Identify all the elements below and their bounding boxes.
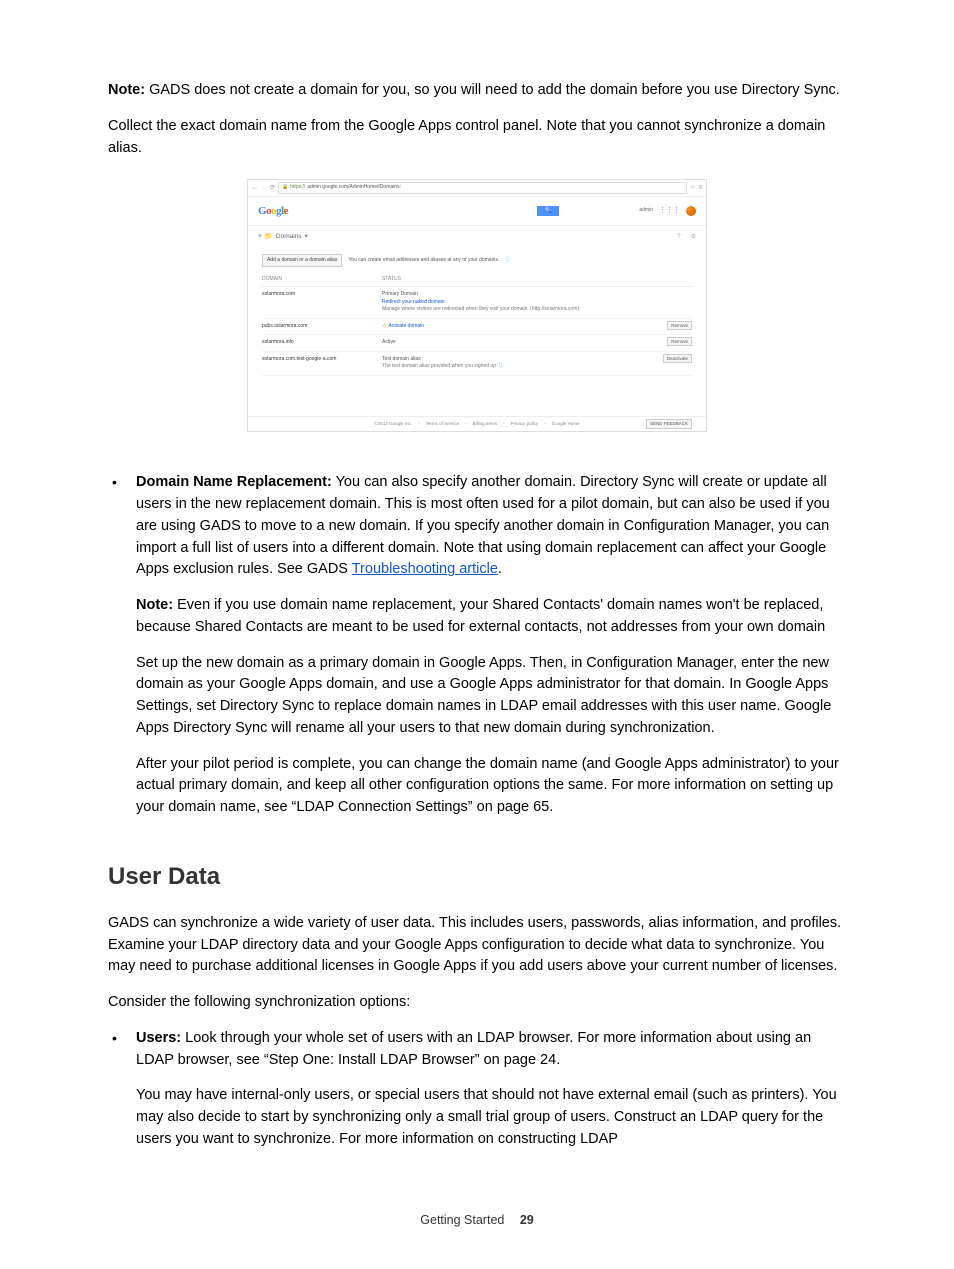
add-domain-hint: You can create email addresses and alias…: [348, 257, 499, 265]
bullet-paragraph: Domain Name Replacement: You can also sp…: [136, 472, 846, 581]
back-icon: ←: [252, 184, 258, 193]
page-content: Note: GADS does not create a domain for …: [0, 0, 954, 1269]
col-domain: DOMAIN: [262, 276, 382, 284]
menu-toggle-icon: ≡: [258, 232, 262, 242]
table-row: solarmora.info Active Remove: [262, 335, 692, 352]
console-footer: ©2013 Google Inc. - Terms of Service - B…: [248, 416, 706, 432]
status-cell: Primary Domain Redirect your naked domai…: [382, 291, 652, 314]
add-domain-bar: Add a domain or a domain alias You can c…: [262, 254, 692, 267]
menu-icon: ≡: [698, 184, 702, 193]
search-button: 🔍: [537, 206, 559, 216]
breadcrumb-bar: ≡ 📁 Domains ▾ ? ⚙: [248, 226, 706, 248]
domain-cell: pubs.solarmora.com: [262, 323, 382, 331]
lock-icon: 🔒: [282, 184, 288, 192]
body-paragraph: GADS can synchronize a wide variety of u…: [108, 913, 846, 978]
url-https: https://: [290, 184, 305, 192]
bullet-label: Users:: [136, 1030, 181, 1046]
domain-cell: solarmora.com.test-google-a.com: [262, 356, 382, 364]
avatar: [686, 206, 696, 216]
footer-link: Privacy policy: [511, 421, 539, 428]
domain-cell: solarmora.com: [262, 291, 382, 299]
section-heading-user-data: User Data: [108, 859, 846, 895]
bullet-tail: .: [498, 561, 502, 577]
table-row: solarmora.com Primary Domain Redirect yo…: [262, 287, 692, 319]
page-footer: Getting Started 29: [108, 1211, 846, 1230]
body-paragraph: After your pilot period is complete, you…: [136, 754, 846, 819]
search-icon: 🔍: [545, 207, 552, 216]
url-text: admin.google.com/AdminHome#Domains:: [307, 184, 401, 192]
page-number: 29: [520, 1213, 534, 1227]
forward-icon: →: [261, 184, 267, 193]
troubleshooting-link[interactable]: Troubleshooting article: [352, 561, 498, 577]
domains-table: DOMAIN STATUS solarmora.com Primary Doma…: [262, 273, 692, 376]
console-header: Google 🔍 admin ⋮⋮⋮: [248, 197, 706, 227]
add-domain-button: Add a domain or a domain alias: [262, 254, 342, 267]
footer-section: Getting Started: [420, 1213, 504, 1227]
col-status: STATUS: [382, 276, 652, 284]
footer-link: Google Home: [552, 421, 580, 428]
help-icon: ?: [677, 233, 680, 242]
chevron-down-icon: ▾: [305, 232, 308, 242]
status-link: Redirect your naked domain: [382, 299, 652, 307]
info-icon: ⓘ: [499, 363, 504, 369]
note-paragraph: Note: Even if you use domain name replac…: [136, 595, 846, 639]
note-label: Note:: [108, 82, 145, 98]
star-icon: ☆: [690, 184, 695, 193]
footer-link: Billing terms: [473, 421, 498, 428]
status-cell: Test domain alias The test domain alias …: [382, 356, 652, 371]
remove-button: Remove: [667, 321, 692, 330]
note-label: Note:: [136, 597, 173, 613]
admin-console-screenshot: ← → ⟳ 🔒 https://admin.google.com/AdminHo…: [247, 179, 707, 432]
bullet-label: Domain Name Replacement:: [136, 474, 332, 490]
bullet-users: Users: Look through your whole set of us…: [108, 1028, 846, 1151]
bullet-paragraph: Users: Look through your whole set of us…: [136, 1028, 846, 1072]
deactivate-button: Deactivate: [663, 354, 692, 363]
warning-icon: ⚠: [382, 323, 386, 329]
gear-icon: ⚙: [691, 233, 696, 242]
status-sub: The test domain alias provided when you …: [382, 363, 652, 371]
body-paragraph: Collect the exact domain name from the G…: [108, 116, 846, 160]
status-title: Test domain alias: [382, 356, 652, 364]
footer-copyright: ©2013 Google Inc.: [375, 421, 413, 428]
status-cell: ⚠Activate domain: [382, 323, 652, 331]
table-row: solarmora.com.test-google-a.com Test dom…: [262, 352, 692, 376]
table-row: pubs.solarmora.com ⚠Activate domain Remo…: [262, 319, 692, 336]
note-paragraph: Note: GADS does not create a domain for …: [108, 80, 846, 102]
body-paragraph: Consider the following synchronization o…: [108, 992, 846, 1014]
browser-url-bar: ← → ⟳ 🔒 https://admin.google.com/AdminHo…: [248, 180, 706, 197]
body-paragraph: You may have internal-only users, or spe…: [136, 1085, 846, 1150]
url-field: 🔒 https://admin.google.com/AdminHome#Dom…: [278, 182, 687, 194]
bullet-domain-replacement: Domain Name Replacement: You can also sp…: [108, 472, 846, 819]
reload-icon: ⟳: [270, 184, 275, 193]
body-paragraph: Set up the new domain as a primary domai…: [136, 653, 846, 740]
status-cell: Active: [382, 339, 652, 347]
table-header: DOMAIN STATUS: [262, 273, 692, 288]
status-link: Activate domain: [388, 323, 424, 329]
bullet-text: Look through your whole set of users wit…: [136, 1030, 811, 1068]
status-title: Primary Domain: [382, 291, 652, 299]
status-sub: Manage where visitors are redirected whe…: [382, 306, 652, 314]
apps-grid-icon: ⋮⋮⋮: [659, 206, 680, 217]
footer-link: Terms of Service: [426, 421, 460, 428]
info-icon: ⓘ: [505, 257, 510, 265]
folder-icon: 📁: [265, 232, 273, 242]
note-text: Even if you use domain name replacement,…: [136, 597, 825, 635]
send-feedback-button: SEND FEEDBACK: [646, 419, 692, 430]
header-user: admin: [639, 207, 653, 215]
google-logo: Google: [258, 203, 288, 220]
remove-button: Remove: [667, 337, 692, 346]
note-text: GADS does not create a domain for you, s…: [145, 82, 840, 98]
screenshot-figure: ← → ⟳ 🔒 https://admin.google.com/AdminHo…: [108, 179, 846, 432]
domain-cell: solarmora.info: [262, 339, 382, 347]
breadcrumb-text: Domains: [276, 232, 302, 242]
header-right: admin ⋮⋮⋮: [639, 206, 696, 217]
